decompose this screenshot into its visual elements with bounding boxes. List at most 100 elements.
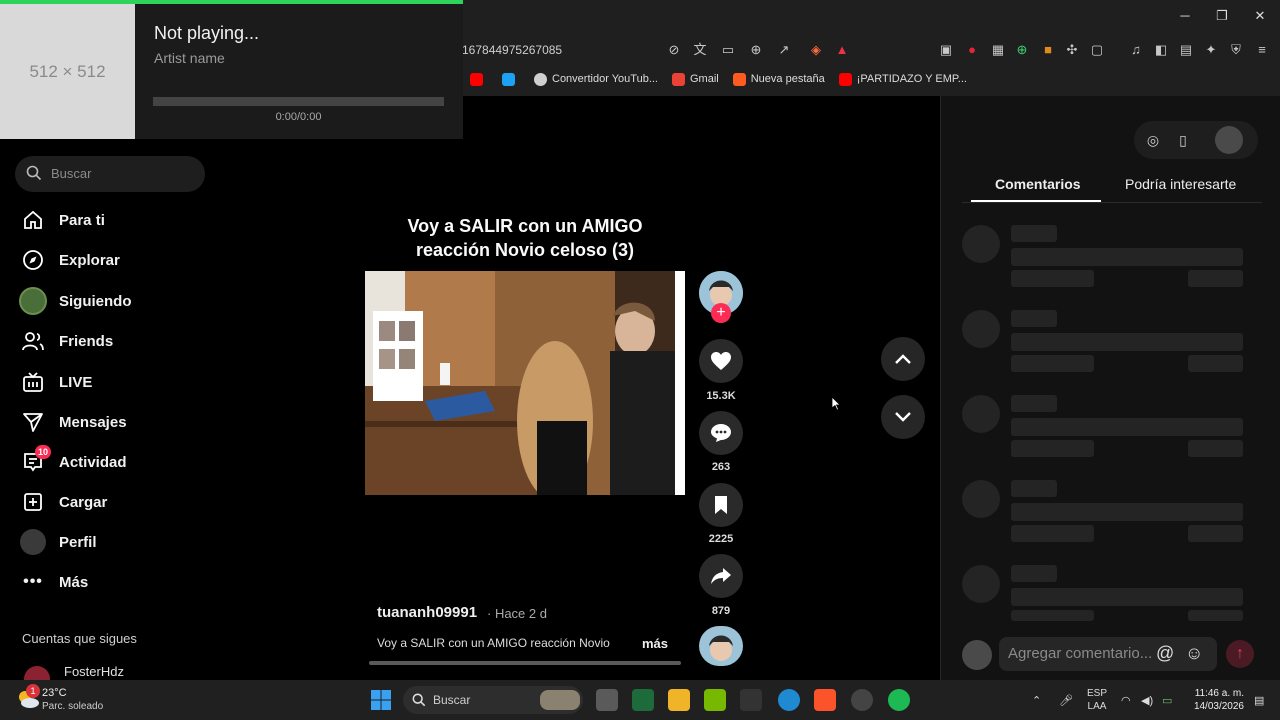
sound-avatar[interactable] [699, 626, 743, 666]
weather-widget[interactable]: 1 [16, 684, 40, 710]
tab-podria-interesarte[interactable]: Podría interesarte [1125, 176, 1236, 192]
video-author[interactable]: tuananh09991 [377, 604, 477, 621]
youtube-icon [470, 72, 483, 86]
avatar[interactable] [24, 666, 50, 680]
bookmark[interactable]: Convertidor YouTub... [534, 68, 658, 90]
clock[interactable]: 11:46 a. m. 14/03/2026 [1188, 687, 1244, 713]
comment-button[interactable] [699, 411, 743, 455]
brave-icon[interactable] [814, 689, 836, 711]
video-progress-bar[interactable] [369, 661, 681, 665]
post-comment-button[interactable]: ↑ [1226, 640, 1254, 668]
language-indicator[interactable]: ESP LAA [1087, 687, 1107, 713]
media-icon[interactable]: ♫ [1128, 42, 1144, 58]
bookmark[interactable] [502, 68, 520, 90]
extension-icon[interactable]: ■ [1040, 42, 1056, 58]
extension-icon[interactable]: ▦ [990, 42, 1006, 58]
leo-ai-icon[interactable]: ✦ [1203, 42, 1219, 58]
sidebar-item-friends[interactable]: Friends [18, 326, 113, 356]
sidebar-item-siguiendo[interactable]: Siguiendo [18, 286, 132, 316]
sidebar-item-explorar[interactable]: Explorar [18, 245, 120, 275]
skeleton-line [1011, 333, 1243, 351]
battery-icon[interactable]: ▭ [1162, 694, 1172, 707]
skeleton-line [1011, 248, 1243, 266]
task-view-icon[interactable] [596, 689, 618, 711]
chevron-up-icon[interactable]: ⌃ [1032, 694, 1041, 707]
save-count: 2225 [708, 533, 734, 545]
following-avatar [18, 286, 48, 316]
bookmark-l-icon [502, 72, 515, 86]
address-bar[interactable]: 167844975267085 [440, 36, 860, 64]
mini-player: 512 × 512 Not playing... Artist name 0:0… [0, 0, 463, 139]
notifications-icon[interactable]: ▤ [1254, 694, 1264, 707]
previous-video-button[interactable] [881, 337, 925, 381]
track-title: Not playing... [154, 23, 260, 43]
capcut-icon[interactable] [740, 689, 762, 711]
skeleton-avatar [962, 310, 1000, 348]
volume-icon[interactable]: ◀) [1141, 694, 1153, 707]
sidebar-item-label: Siguiendo [59, 292, 132, 310]
following-section-title: Cuentas que sigues [22, 631, 137, 646]
sidebar-item-actividad[interactable]: 10 Actividad [18, 445, 127, 477]
start-button[interactable] [370, 689, 392, 711]
extension-icon[interactable]: ▣ [938, 42, 954, 58]
app-icon[interactable] [851, 689, 873, 711]
read-aloud-icon[interactable]: ⊘ [666, 42, 682, 58]
vpn-icon[interactable]: ⛨ [1228, 42, 1244, 58]
cast-icon[interactable]: ▭ [720, 42, 736, 58]
zoom-icon[interactable]: ⊕ [748, 42, 764, 58]
wallet-icon[interactable]: ▤ [1178, 42, 1194, 58]
extension-icon[interactable]: ⊕ [1014, 42, 1030, 58]
more-link[interactable]: más [642, 636, 668, 651]
emoji-icon[interactable]: ☺ [1185, 643, 1203, 664]
share-icon[interactable]: ↗ [776, 42, 792, 58]
playback-progress[interactable] [153, 97, 444, 106]
save-button[interactable] [699, 483, 743, 527]
sidebar-item-cargar[interactable]: Cargar [18, 487, 107, 517]
translate-icon[interactable]: 文 [692, 42, 708, 58]
wifi-icon[interactable]: ◠ [1121, 694, 1131, 707]
avatar[interactable] [1215, 126, 1243, 154]
sidebar-item-para-ti[interactable]: Para ti [18, 205, 105, 235]
follow-button[interactable]: + [711, 303, 731, 323]
share-button[interactable] [699, 554, 743, 598]
sidebar-icon[interactable]: ◧ [1153, 42, 1169, 58]
extension-icon[interactable]: ● [964, 42, 980, 58]
tab-comentarios[interactable]: Comentarios [995, 176, 1081, 192]
skeleton-line [1011, 565, 1057, 582]
search-icon [412, 693, 426, 707]
extensions-puzzle-icon[interactable]: ✣ [1064, 42, 1080, 58]
sidebar-item-perfil[interactable]: Perfil [18, 527, 97, 557]
skeleton-line [1188, 525, 1243, 542]
next-video-button[interactable] [881, 395, 925, 439]
brave-shield-icon[interactable]: ◈ [808, 42, 824, 58]
video-player[interactable] [365, 271, 685, 495]
bookmark[interactable]: ¡PARTIDAZO Y EMP... [838, 68, 967, 90]
bookmark[interactable] [470, 68, 488, 90]
file-explorer-icon[interactable] [668, 689, 690, 711]
nvidia-icon[interactable] [704, 689, 726, 711]
sidebar-item-live[interactable]: LIVE [18, 367, 92, 397]
like-button[interactable] [699, 339, 743, 383]
search-highlight-image [540, 690, 580, 710]
maximize-icon[interactable]: ❐ [1212, 8, 1232, 26]
close-icon[interactable]: ✕ [1250, 8, 1270, 26]
mention-icon[interactable]: @ [1156, 643, 1174, 664]
edge-icon[interactable] [778, 689, 800, 711]
brave-rewards-icon[interactable]: ▲ [834, 42, 850, 58]
bookmark[interactable]: Nueva pestaña [732, 68, 825, 90]
mouse-cursor-icon [831, 396, 841, 411]
microphone-icon[interactable]: 🎤︎ [1059, 694, 1073, 707]
followed-account[interactable]: FosterHdz [64, 664, 124, 679]
compass-icon[interactable]: ◎ [1144, 131, 1162, 149]
extension-icon[interactable]: ▢ [1089, 42, 1105, 58]
sidebar-item-mensajes[interactable]: Mensajes [18, 407, 127, 437]
sidebar-item-mas[interactable]: ••• Más [18, 567, 88, 597]
menu-icon[interactable]: ≡ [1254, 42, 1270, 58]
minimize-icon[interactable]: ─ [1175, 8, 1195, 26]
app-icon[interactable] [632, 689, 654, 711]
bookmark[interactable]: Gmail [672, 68, 719, 90]
skeleton-avatar [962, 395, 1000, 433]
spotify-icon[interactable] [888, 689, 910, 711]
search-input[interactable]: Buscar [15, 156, 205, 192]
phone-icon[interactable]: ▯ [1174, 131, 1192, 149]
